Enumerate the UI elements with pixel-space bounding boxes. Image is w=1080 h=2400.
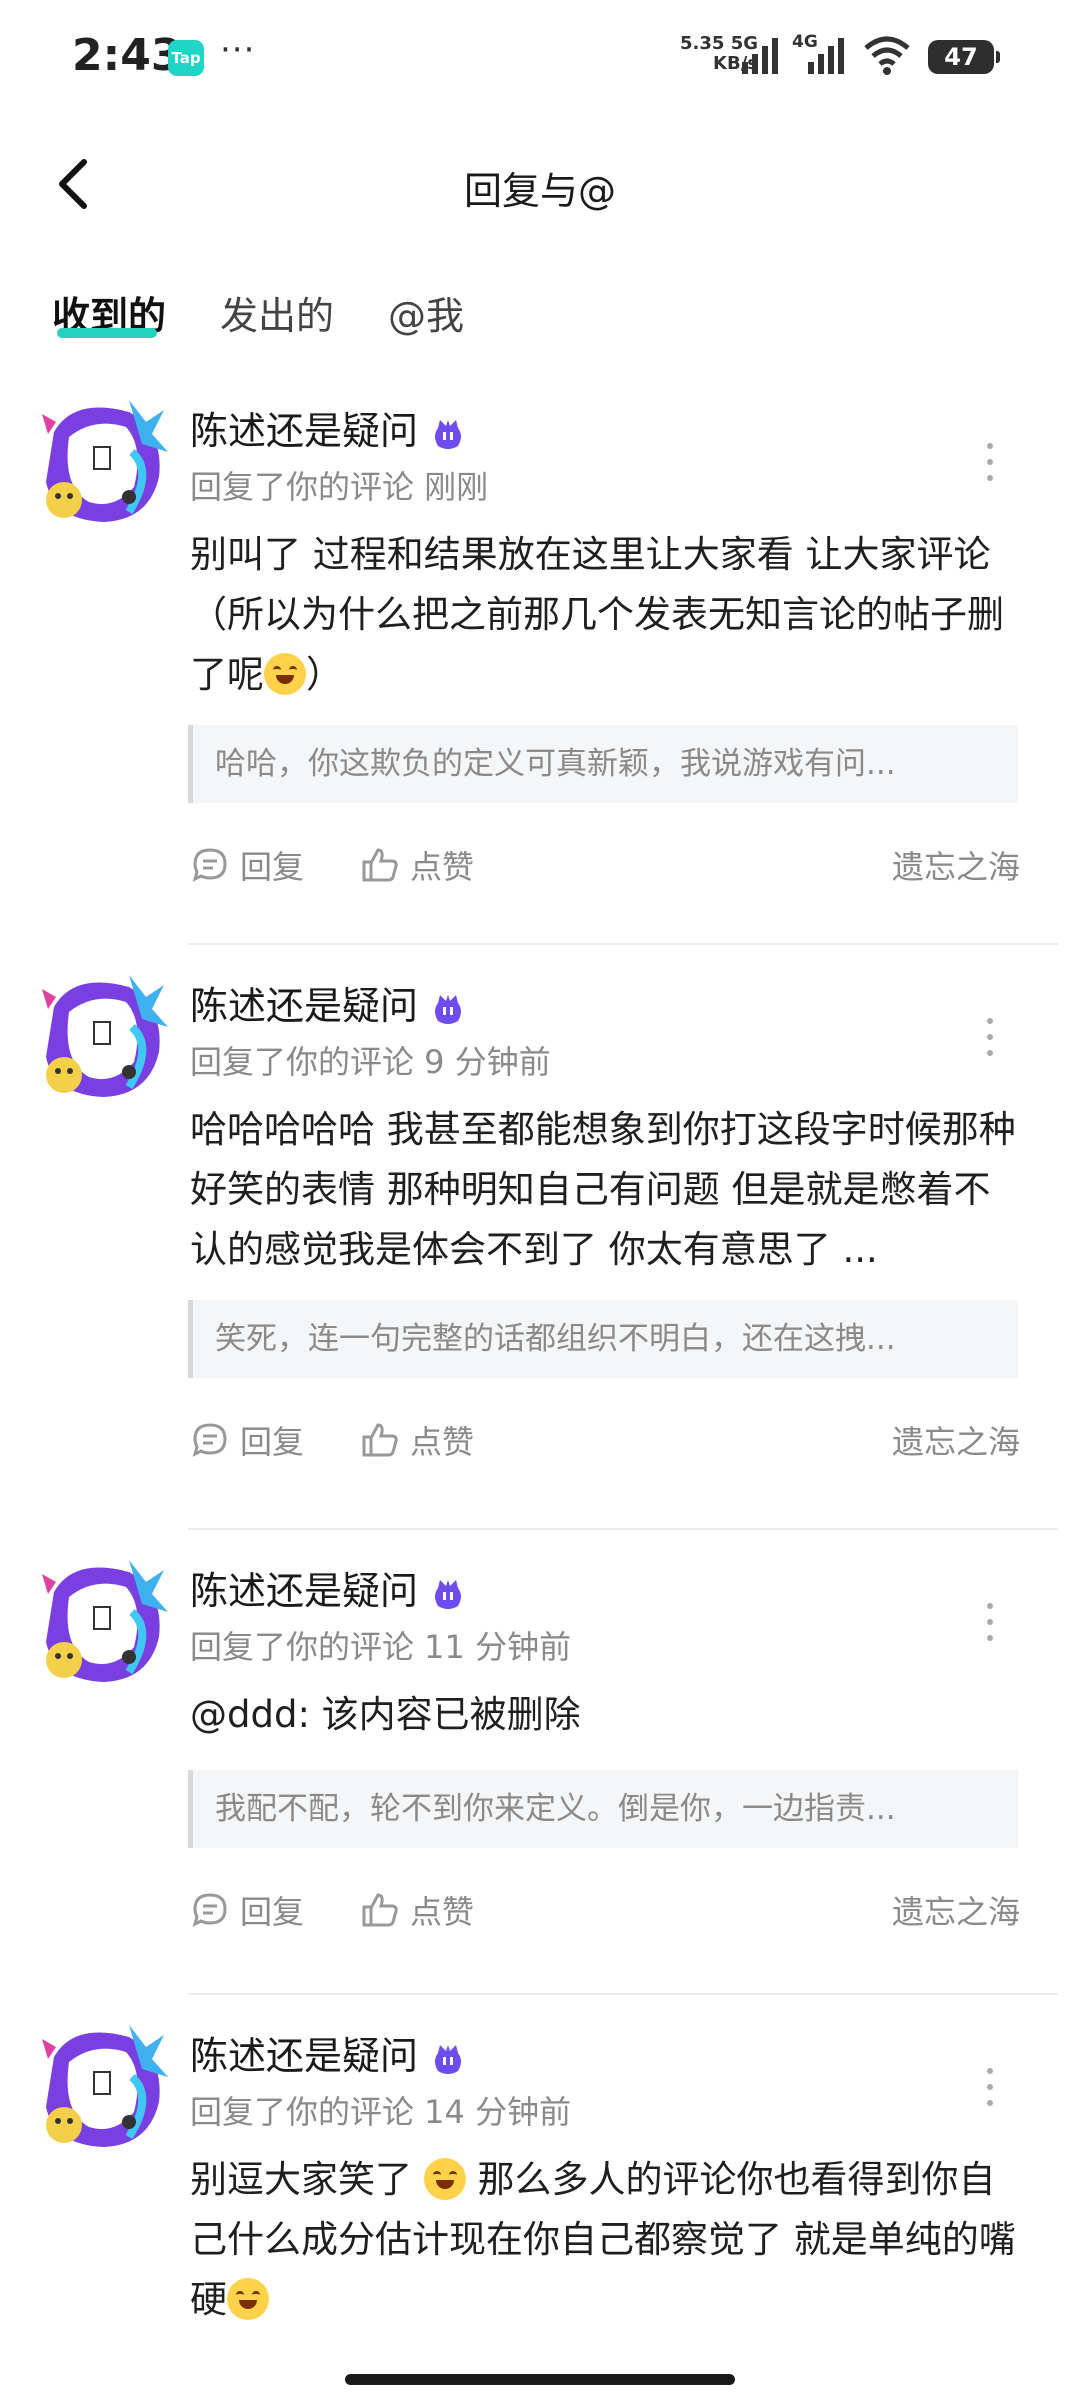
reply-content[interactable]: 哈哈哈哈哈 我甚至都能想象到你打这段字时候那种好笑的表情 那种明知自己有问题 但… (190, 1100, 1020, 1280)
board-link[interactable]: 遗忘之海 (892, 835, 1020, 895)
more-options-icon[interactable] (975, 1007, 1005, 1067)
list-item[interactable]: 陈述还是疑问 回复了你的评论 刚刚 别叫了 过程和结果放在这里让大家看 让大家评… (0, 370, 1080, 945)
wifi-icon (864, 36, 910, 75)
signal-4g-icon (808, 38, 844, 74)
avatar[interactable] (34, 2017, 172, 2155)
tab-sent[interactable]: 发出的 (220, 285, 334, 340)
avatar[interactable] (34, 967, 172, 1105)
quoted-comment[interactable]: 笑死，连一句完整的话都组织不明白，还在这拽... (188, 1300, 1018, 1378)
more-options-icon[interactable] (975, 2057, 1005, 2117)
tab-mentions[interactable]: @我 (388, 285, 464, 340)
top-nav: 回复与@ (0, 130, 1080, 240)
board-link[interactable]: 遗忘之海 (892, 1410, 1020, 1470)
reply-meta: 回复了你的评论 刚刚 (190, 468, 489, 506)
action-row: 回复 点赞 遗忘之海 (190, 835, 1020, 895)
quoted-comment[interactable]: 哈哈，你这欺负的定义可真新颖，我说游戏有问... (188, 725, 1018, 803)
username[interactable]: 陈述还是疑问 (190, 1560, 468, 1615)
reply-meta: 回复了你的评论 9 分钟前 (190, 1043, 551, 1081)
username[interactable]: 陈述还是疑问 (190, 2025, 468, 2080)
like-button[interactable]: 点赞 (360, 1410, 474, 1470)
more-options-icon[interactable] (975, 1592, 1005, 1652)
comment-icon (192, 1893, 227, 1927)
reply-content[interactable]: 别叫了 过程和结果放在这里让大家看 让大家评论（所以为什么把之前那几个发表无知言… (190, 525, 1020, 705)
level-badge-icon (435, 2044, 462, 2074)
reply-content[interactable]: @ddd: 该内容已被删除 (190, 1685, 1020, 1745)
reply-meta: 回复了你的评论 11 分钟前 (190, 1628, 572, 1666)
level-badge-icon (435, 994, 462, 1024)
list-item[interactable]: 陈述还是疑问 回复了你的评论 9 分钟前 哈哈哈哈哈 我甚至都能想象到你打这段字… (0, 945, 1080, 1530)
active-tab-indicator (57, 328, 157, 338)
avatar[interactable] (34, 392, 172, 530)
status-bar: 2:43 Tap ··· 5.35 5G KB/s 4G 47 (0, 0, 1080, 110)
like-button[interactable]: 点赞 (360, 835, 474, 895)
more-options-icon[interactable] (975, 432, 1005, 492)
action-row: 回复 点赞 遗忘之海 (190, 1410, 1020, 1470)
battery-indicator: 47 (928, 40, 1000, 74)
level-badge-icon (435, 1579, 462, 1609)
username[interactable]: 陈述还是疑问 (190, 400, 468, 455)
grinning-emoji-icon (423, 2158, 466, 2200)
list-item[interactable]: 陈述还是疑问 回复了你的评论 11 分钟前 @ddd: 该内容已被删除 我配不配… (0, 1530, 1080, 1995)
thumbs-up-icon (362, 1893, 398, 1927)
grinning-emoji-icon (264, 653, 306, 695)
page-title: 回复与@ (463, 169, 616, 213)
like-button[interactable]: 点赞 (360, 1880, 474, 1940)
action-row: 回复 点赞 遗忘之海 (190, 1880, 1020, 1940)
comment-icon (192, 848, 227, 882)
more-notifications-icon: ··· (220, 30, 256, 70)
reply-button[interactable]: 回复 (190, 835, 304, 895)
reply-list: 陈述还是疑问 回复了你的评论 刚刚 别叫了 过程和结果放在这里让大家看 让大家评… (0, 370, 1080, 2355)
thumbs-up-icon (362, 848, 398, 882)
grinning-emoji-icon (227, 2278, 269, 2320)
level-badge-icon (435, 419, 462, 449)
tap-app-icon: Tap (168, 40, 204, 76)
signal-5g-icon (742, 38, 778, 74)
thumbs-up-icon (362, 1423, 398, 1457)
reply-button[interactable]: 回复 (190, 1880, 304, 1940)
avatar[interactable] (34, 1552, 172, 1690)
username[interactable]: 陈述还是疑问 (190, 975, 468, 1030)
reply-content[interactable]: 别逗大家笑了 那么多人的评论你也看得到你自己什么成分估计现在你自己都察觉了 就是… (190, 2150, 1020, 2330)
comment-icon (192, 1423, 227, 1457)
status-time: 2:43 (72, 30, 182, 81)
reply-button[interactable]: 回复 (190, 1410, 304, 1470)
home-indicator[interactable] (345, 2374, 735, 2385)
quoted-comment[interactable]: 我配不配，轮不到你来定义。倒是你，一边指责... (188, 1770, 1018, 1848)
list-item[interactable]: 陈述还是疑问 回复了你的评论 14 分钟前 别逗大家笑了 那么多人的评论你也看得… (0, 1995, 1080, 2355)
reply-meta: 回复了你的评论 14 分钟前 (190, 2093, 572, 2131)
board-link[interactable]: 遗忘之海 (892, 1880, 1020, 1940)
